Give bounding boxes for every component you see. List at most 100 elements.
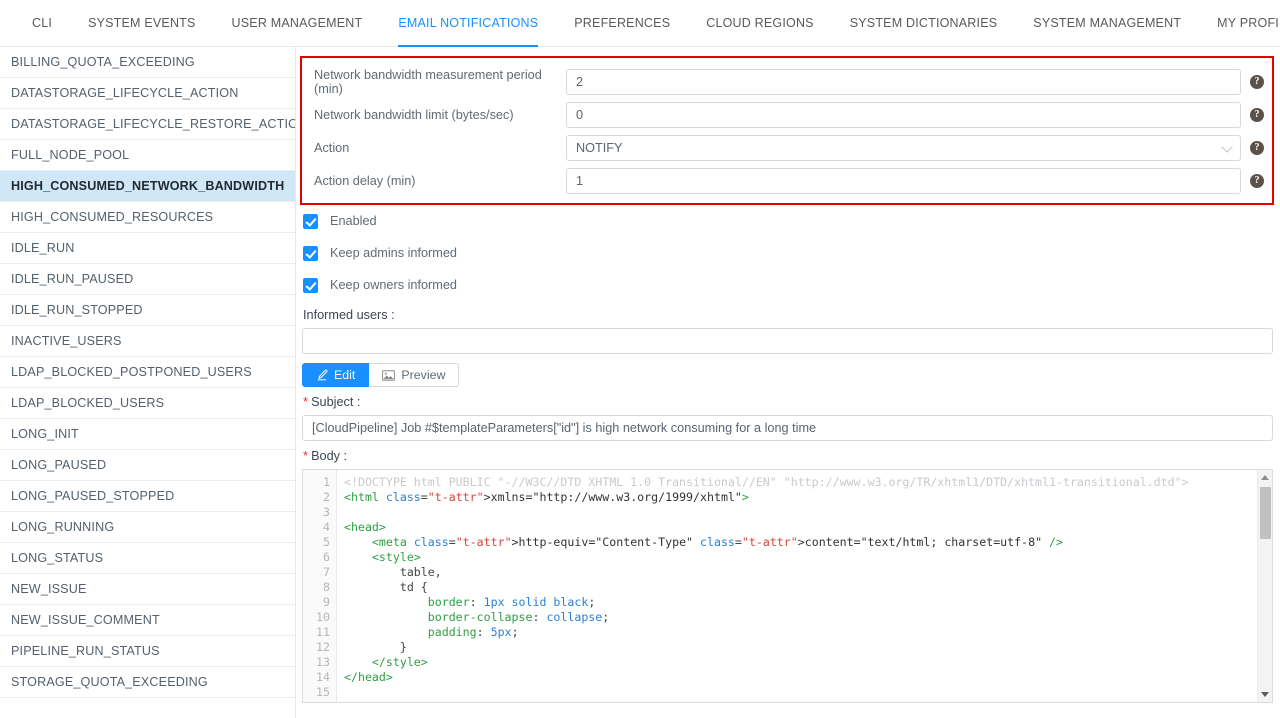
code-line: <!DOCTYPE html PUBLIC "-//W3C//DTD XHTML… <box>344 475 1189 489</box>
scroll-up-arrow-icon[interactable] <box>1258 470 1272 485</box>
tab-email-notifications[interactable]: EMAIL NOTIFICATIONS <box>380 0 556 47</box>
subject-input[interactable]: [CloudPipeline] Job #$templateParameters… <box>302 415 1273 441</box>
parameter-value: NOTIFY <box>576 140 623 155</box>
sidebar-item-label: PIPELINE_RUN_STATUS <box>11 644 160 658</box>
sidebar-item-ldap_blocked_users[interactable]: LDAP_BLOCKED_USERS <box>0 388 295 419</box>
sidebar-item-idle_run_stopped[interactable]: IDLE_RUN_STOPPED <box>0 295 295 326</box>
code-content[interactable]: <!DOCTYPE html PUBLIC "-//W3C//DTD XHTML… <box>337 470 1272 702</box>
preview-mode-button[interactable]: Preview <box>369 363 460 387</box>
sidebar-item-ldap_blocked_postponed_users[interactable]: LDAP_BLOCKED_POSTPONED_USERS <box>0 357 295 388</box>
sidebar-item-high_consumed_resources[interactable]: HIGH_CONSUMED_RESOURCES <box>0 202 295 233</box>
sidebar-item-label: IDLE_RUN_PAUSED <box>11 272 134 286</box>
parameter-value: 0 <box>576 107 584 122</box>
sidebar-item-label: LDAP_BLOCKED_USERS <box>11 396 165 410</box>
sidebar-item-long_running[interactable]: LONG_RUNNING <box>0 512 295 543</box>
tab-my-profile[interactable]: MY PROFILE <box>1199 0 1280 46</box>
sidebar-item-new_issue_comment[interactable]: NEW_ISSUE_COMMENT <box>0 605 295 636</box>
parameter-label: Action <box>314 140 350 155</box>
sidebar-item-datastorage_lifecycle_action[interactable]: DATASTORAGE_LIFECYCLE_ACTION <box>0 78 295 109</box>
checkbox-checked-icon[interactable] <box>303 277 318 293</box>
sidebar-item-long_status[interactable]: LONG_STATUS <box>0 543 295 574</box>
checkbox-checked-icon[interactable] <box>303 213 318 229</box>
sidebar-item-long_init[interactable]: LONG_INIT <box>0 419 295 450</box>
checkbox-label: Keep admins informed <box>330 246 457 260</box>
parameter-label: Network bandwidth limit (bytes/sec) <box>314 107 514 122</box>
preview-mode-label: Preview <box>401 368 446 382</box>
tab-label: SYSTEM EVENTS <box>88 16 196 30</box>
sidebar-item-idle_run_paused[interactable]: IDLE_RUN_PAUSED <box>0 264 295 295</box>
sidebar-item-label: BILLING_QUOTA_EXCEEDING <box>11 55 195 69</box>
sidebar-item-label: LONG_PAUSED_STOPPED <box>11 489 175 503</box>
sidebar-item-label: LDAP_BLOCKED_POSTPONED_USERS <box>11 365 252 379</box>
sidebar-item-pipeline_run_status[interactable]: PIPELINE_RUN_STATUS <box>0 636 295 667</box>
help-question-icon[interactable]: ? <box>1250 173 1264 188</box>
checkbox-checked-icon[interactable] <box>303 245 318 261</box>
checkbox-row[interactable]: Enabled <box>298 205 1276 237</box>
code-line: <html class="t-attr">xmlns="http://www.w… <box>344 490 749 504</box>
informed-users-input[interactable] <box>302 328 1273 354</box>
tab-system-dictionaries[interactable]: SYSTEM DICTIONARIES <box>832 0 1016 46</box>
sidebar-item-label: STORAGE_QUOTA_EXCEEDING <box>11 675 208 689</box>
sidebar-item-new_issue[interactable]: NEW_ISSUE <box>0 574 295 605</box>
parameter-row: Action NOTIFY? <box>310 131 1264 164</box>
tab-label: PREFERENCES <box>574 16 671 30</box>
sidebar-item-long_paused_stopped[interactable]: LONG_PAUSED_STOPPED <box>0 481 295 512</box>
parameter-input[interactable]: 2 <box>566 68 1241 95</box>
sidebar-item-high_consumed_network_bandwidth[interactable]: HIGH_CONSUMED_NETWORK_BANDWIDTH <box>0 171 295 202</box>
parameter-value: 1 <box>576 173 584 188</box>
line-number: 11 <box>316 625 330 639</box>
sidebar-item-label: LONG_STATUS <box>11 551 104 565</box>
sidebar-item-label: INACTIVE_USERS <box>11 334 122 348</box>
main-tab-bar: CLI SYSTEM EVENTS USER MANAGEMENT EMAIL NOT… <box>0 0 1280 47</box>
body-code-editor[interactable]: 1 2 3 4 5 6 7 8 9 10 11 12 13 14 15 <!DOCTYPE html PUB… <box>302 469 1273 703</box>
sidebar-item-billing_quota_exceeding[interactable]: BILLING_QUOTA_EXCEEDING <box>0 47 295 78</box>
sidebar-item-label: LONG_RUNNING <box>11 520 115 534</box>
tab-system-events[interactable]: SYSTEM EVENTS <box>70 0 213 46</box>
tab-preferences[interactable]: PREFERENCES <box>556 0 688 46</box>
subject-required-star: * <box>303 394 309 409</box>
tab-label: CLI <box>32 16 53 30</box>
code-line: <style> <box>371 550 421 564</box>
line-number: 1 <box>323 475 330 489</box>
scroll-down-arrow-icon[interactable] <box>1258 687 1272 702</box>
scrollbar-thumb[interactable] <box>1260 487 1271 539</box>
sidebar-item-idle_run[interactable]: IDLE_RUN <box>0 233 295 264</box>
line-number: 5 <box>323 535 330 549</box>
line-number: 6 <box>323 550 330 564</box>
sidebar-item-datastorage_lifecycle_restore_action[interactable]: DATASTORAGE_LIFECYCLE_RESTORE_ACTION <box>0 109 295 140</box>
code-line: </head> <box>344 670 393 684</box>
code-editor-scrollbar[interactable] <box>1257 470 1272 702</box>
notification-settings-panel: Network bandwidth measurement period (mi… <box>296 47 1280 718</box>
checkbox-row[interactable]: Keep owners informed <box>298 269 1276 301</box>
sidebar-item-storage_quota_exceeding[interactable]: STORAGE_QUOTA_EXCEEDING <box>0 667 295 698</box>
code-line: } <box>344 640 407 654</box>
chevron-down-icon <box>1221 140 1233 153</box>
parameter-select[interactable]: NOTIFY <box>566 134 1241 161</box>
checkbox-label: Enabled <box>330 214 377 228</box>
checkbox-row[interactable]: Keep admins informed <box>298 237 1276 269</box>
notification-type-sidebar[interactable]: BILLING_QUOTA_EXCEEDING DATASTORAGE_LIFEC… <box>0 47 296 718</box>
help-question-icon[interactable]: ? <box>1250 140 1264 155</box>
sidebar-item-label: LONG_INIT <box>11 427 79 441</box>
page-body: BILLING_QUOTA_EXCEEDING DATASTORAGE_LIFEC… <box>0 47 1280 718</box>
tab-label: CLOUD REGIONS <box>706 16 814 30</box>
parameter-input[interactable]: 0 <box>566 101 1241 128</box>
sidebar-item-inactive_users[interactable]: INACTIVE_USERS <box>0 326 295 357</box>
help-question-icon[interactable]: ? <box>1250 74 1264 89</box>
parameter-input[interactable]: 1 <box>566 167 1241 194</box>
parameters-highlight-box: Network bandwidth measurement period (mi… <box>300 56 1274 205</box>
informed-users-label: Informed users : <box>303 308 395 322</box>
code-line: td { <box>344 580 428 594</box>
edit-mode-button[interactable]: Edit <box>302 363 370 387</box>
code-line: table, <box>344 565 442 579</box>
sidebar-item-full_node_pool[interactable]: FULL_NODE_POOL <box>0 140 295 171</box>
tab-cli[interactable]: CLI <box>14 0 70 46</box>
sidebar-item-long_paused[interactable]: LONG_PAUSED <box>0 450 295 481</box>
help-question-icon[interactable]: ? <box>1250 107 1264 122</box>
picture-icon <box>382 369 396 381</box>
tab-cloud-regions[interactable]: CLOUD REGIONS <box>688 0 831 46</box>
sidebar-item-label: HIGH_CONSUMED_NETWORK_BANDWIDTH <box>11 179 285 193</box>
tab-system-management[interactable]: SYSTEM MANAGEMENT <box>1015 0 1199 46</box>
tab-user-management[interactable]: USER MANAGEMENT <box>214 0 381 46</box>
